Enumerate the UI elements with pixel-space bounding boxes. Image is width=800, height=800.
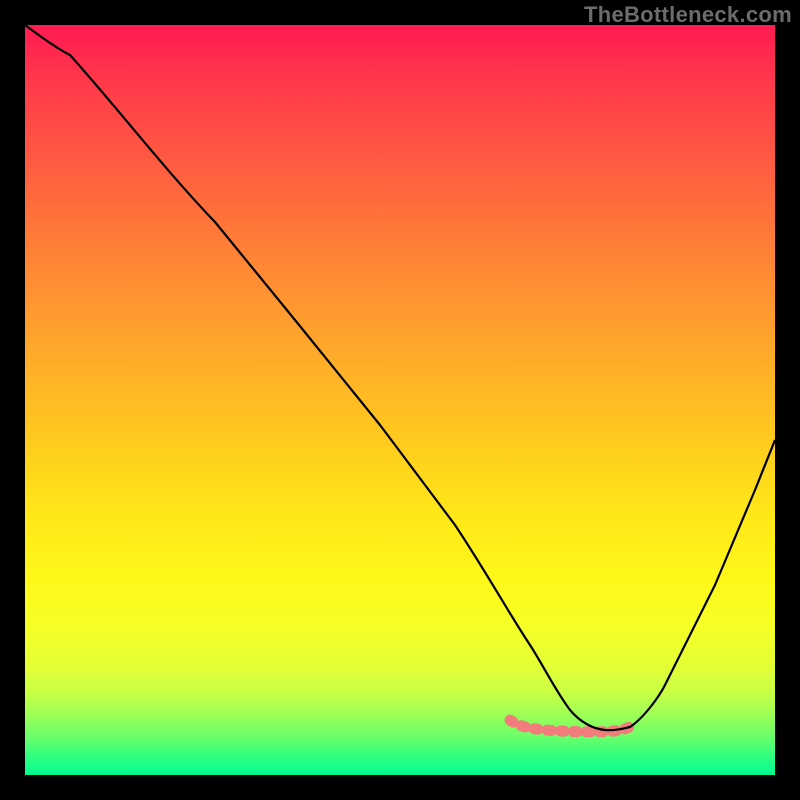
plot-area: [25, 25, 775, 775]
chart-frame: TheBottleneck.com: [0, 0, 800, 800]
curve-layer: [25, 25, 775, 775]
bottleneck-curve: [25, 25, 775, 730]
